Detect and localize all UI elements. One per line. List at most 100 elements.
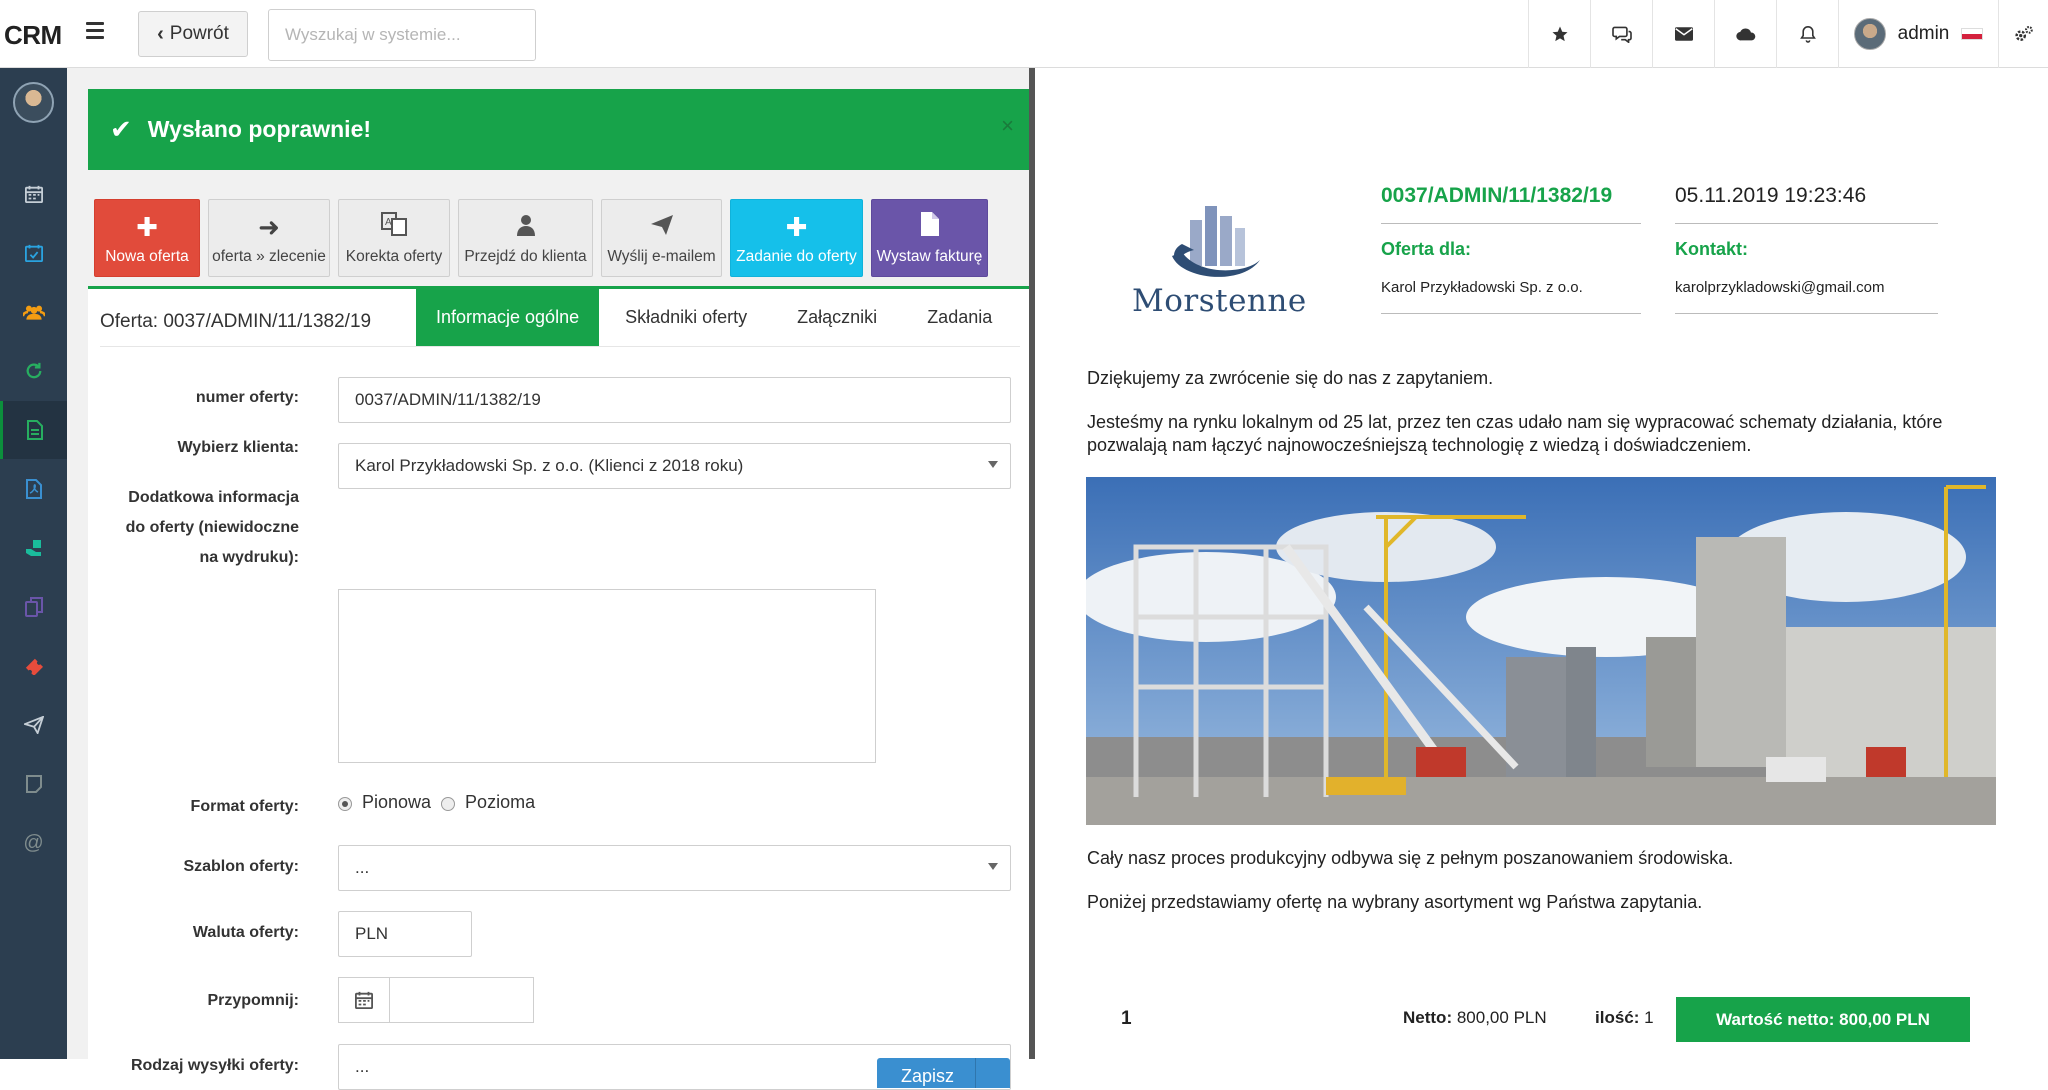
caret-down-icon: [988, 863, 998, 870]
calendar-icon: [24, 185, 43, 203]
tabs-divider: [100, 346, 1020, 347]
client-label: Wybierz klienta:: [177, 439, 299, 456]
top-bar: CRM ‹ Powrót admin: [0, 0, 2048, 68]
brand-logo[interactable]: CRM: [4, 20, 62, 51]
tab-tasks[interactable]: Zadania: [901, 289, 1018, 346]
extra-info-label: Dodatkowa informacja do oferty (niewidoc…: [88, 483, 299, 573]
offer-title: Oferta: 0037/ADMIN/11/1382/19: [100, 311, 372, 332]
settings-gears-icon[interactable]: [1998, 0, 2048, 68]
poland-flag-icon: [1961, 28, 1984, 40]
ticket-icon: [25, 658, 43, 675]
extra-info-label-line-3: na wydruku):: [199, 549, 299, 566]
new-offer-label: Nowa oferta: [105, 248, 189, 265]
paper-plane-icon: [650, 214, 674, 240]
sidebar-item-calendar[interactable]: [0, 165, 67, 223]
success-alert: ✔ Wysłano poprawnie! ×: [88, 89, 1032, 170]
net-value-button[interactable]: Wartość netto: 800,00 PLN: [1676, 997, 1970, 1042]
at-icon: @: [23, 831, 44, 854]
offer-edit-panel: ✔ Wysłano poprawnie! × ✚ Nowa oferta ➜ o…: [67, 68, 1033, 1090]
svg-text:A: A: [385, 217, 392, 228]
offer-tabs: Informacje ogólne Składniki oferty Załąc…: [416, 289, 1018, 346]
item-qty-label: ilość:: [1595, 1008, 1640, 1027]
offer-task-button[interactable]: ✚ Zadanie do oferty: [730, 199, 863, 277]
issue-invoice-button[interactable]: Wystaw fakturę: [871, 199, 988, 277]
sidebar-item-notes[interactable]: [0, 755, 67, 813]
tab-general-info[interactable]: Informacje ogólne: [416, 289, 600, 346]
sidebar-item-email[interactable]: @: [0, 814, 67, 872]
new-offer-button[interactable]: ✚ Nowa oferta: [94, 199, 200, 277]
sidebar-item-hand[interactable]: [0, 519, 67, 577]
note-icon: [25, 775, 42, 793]
sidebar-item-send[interactable]: [0, 696, 67, 754]
offer-to-order-button[interactable]: ➜ oferta » zlecenie: [208, 199, 330, 277]
send-email-button[interactable]: Wyślij e-mailem: [601, 199, 722, 277]
tab-offer-items[interactable]: Składniki oferty: [599, 289, 773, 346]
format-radio-group: Pionowa Pozioma: [338, 792, 535, 813]
radio-portrait[interactable]: [338, 796, 352, 811]
back-button-label: Powrót: [169, 23, 229, 44]
sidebar-item-copy[interactable]: [0, 578, 67, 636]
template-select[interactable]: ...: [338, 845, 1011, 891]
extra-info-textarea[interactable]: [338, 589, 876, 763]
tab-attachments[interactable]: Załączniki: [773, 289, 901, 346]
chat-icon[interactable]: [1590, 0, 1652, 68]
close-icon[interactable]: ×: [1001, 113, 1014, 139]
sidebar-item-clients[interactable]: [0, 283, 67, 341]
currency-input[interactable]: PLN: [338, 911, 472, 957]
divider: [1675, 223, 1938, 224]
sidebar-item-pdf[interactable]: [0, 460, 67, 518]
offer-for-value: Karol Przykładowski Sp. z o.o.: [1381, 279, 1583, 296]
reminder-date-input[interactable]: [389, 977, 534, 1023]
file-icon: [920, 212, 939, 240]
sidebar-avatar[interactable]: [13, 82, 54, 123]
preview-offer-datetime: 05.11.2019 19:23:46: [1675, 184, 1867, 207]
check-icon: ✔: [110, 114, 132, 144]
divider: [1381, 313, 1641, 314]
envelope-icon[interactable]: [1652, 0, 1714, 68]
environment-paragraph: Cały nasz proces produkcyjny odbywa się …: [1087, 848, 1734, 868]
currency-label: Waluta oferty:: [192, 924, 299, 941]
menu-toggle-icon[interactable]: [86, 22, 104, 40]
plus-icon: ✚: [785, 212, 808, 242]
bell-icon[interactable]: [1776, 0, 1838, 68]
calendar-check-icon: [24, 244, 43, 262]
offer-intro-paragraph: Poniżej przedstawiamy ofertę na wybrany …: [1087, 892, 1703, 912]
preview-offer-number: 0037/ADMIN/11/1382/19: [1381, 184, 1613, 207]
plus-icon: ✚: [136, 212, 158, 242]
offer-correction-button[interactable]: A Korekta oferty: [338, 199, 450, 277]
search-input[interactable]: [268, 9, 536, 61]
caret-down-icon: [988, 461, 998, 468]
radio-landscape-label[interactable]: Pozioma: [465, 792, 535, 813]
go-to-client-button[interactable]: Przejdź do klienta: [458, 199, 593, 277]
radio-landscape[interactable]: [441, 796, 456, 811]
shipping-select-value: ...: [355, 1057, 370, 1076]
sidebar-item-tickets[interactable]: [0, 637, 67, 695]
item-netto-value: 800,00 PLN: [1456, 1008, 1547, 1027]
sidebar-item-offers[interactable]: [0, 401, 67, 459]
company-paragraph: Jesteśmy na rynku lokalnym od 25 lat, pr…: [1087, 412, 1943, 455]
offer-task-label: Zadanie do oferty: [736, 248, 857, 265]
offer-number-input[interactable]: 0037/ADMIN/11/1382/19: [338, 377, 1011, 423]
template-label: Szablon oferty:: [183, 858, 299, 875]
user-menu[interactable]: admin: [1838, 0, 1998, 68]
back-button[interactable]: ‹ Powrót: [138, 11, 248, 57]
contact-label: Kontakt:: [1675, 239, 1748, 259]
contact-value: karolprzykladowski@gmail.com: [1675, 279, 1885, 296]
users-icon: [22, 305, 45, 320]
construction-site-photo: [1086, 477, 1996, 825]
company-logo-icon: [1172, 206, 1260, 277]
paper-plane-icon: [23, 716, 44, 734]
save-button[interactable]: Zapisz: [877, 1058, 1010, 1088]
refresh-icon: [26, 362, 41, 379]
document-icon: [27, 420, 43, 440]
send-email-label: Wyślij e-mailem: [607, 248, 716, 265]
sidebar-item-refresh[interactable]: [0, 342, 67, 400]
sidebar-item-tasks[interactable]: [0, 224, 67, 282]
client-select[interactable]: Karol Przykładowski Sp. z o.o. (Klienci …: [338, 443, 1011, 489]
calendar-button[interactable]: [338, 977, 390, 1023]
cloud-icon[interactable]: [1714, 0, 1776, 68]
radio-portrait-label[interactable]: Pionowa: [362, 792, 431, 813]
favorites-star-icon[interactable]: [1528, 0, 1590, 68]
item-netto-label: Netto:: [1403, 1008, 1453, 1027]
template-select-value: ...: [355, 858, 370, 877]
